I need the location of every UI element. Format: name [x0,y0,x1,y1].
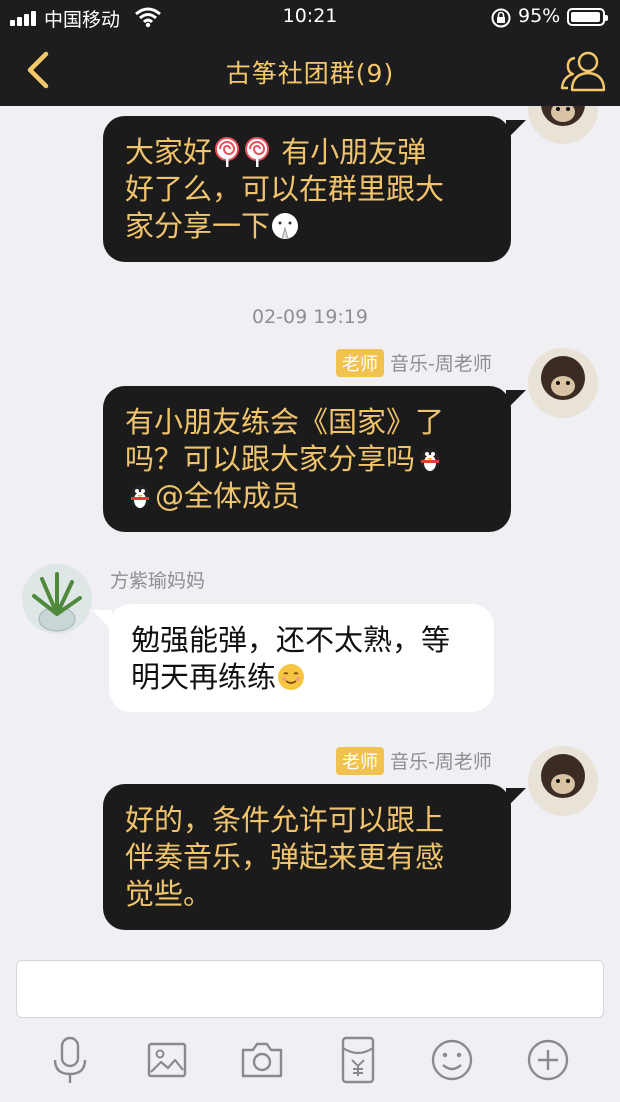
lollipop-emoji [245,137,270,167]
message-text: 吗？可以跟大家分享吗 [125,442,416,476]
message-bubble[interactable]: 勉强能弹，还不太熟，等 明天再练练 [109,604,494,712]
plus-icon[interactable] [524,1034,572,1086]
message-text: 有小朋友练会《国家》了 [125,405,445,439]
message-text: 家分享一下 [125,209,271,243]
message-text: 觉些。 [125,877,213,911]
message-bubble[interactable]: 有小朋友练会《国家》了 吗？可以跟大家分享吗 @全体成员 [103,386,511,532]
teacher-avatar[interactable] [528,348,598,418]
image-icon[interactable] [143,1034,191,1086]
message-text: 伴奏音乐，弹起来更有感 [125,840,445,874]
message-text: 大家好 [125,135,213,169]
bubble-tail [506,788,526,808]
message-timestamp: 02-09 19:19 [251,306,368,328]
bubble-tail [506,120,526,140]
parent-avatar[interactable] [22,564,92,634]
message-list[interactable]: 大家好 有小朋友弹 好了么，可以在群里跟大 家分享一下 02-09 19:19 … [0,106,620,944]
message-text: 好了么，可以在群里跟大 [125,172,445,206]
qq-penguin-emoji [130,485,150,509]
teacher-avatar[interactable] [528,746,598,816]
teacher-badge: 老师 [336,747,384,775]
microphone-icon[interactable] [46,1034,94,1086]
rotation-lock-icon [491,8,511,28]
message-text: 明天再练练 [131,660,277,694]
sender-row: 老师 音乐-周老师 [336,747,492,775]
status-bar: 中国移动 10:21 95% [0,0,620,36]
sender-row: 方紫瑜妈妈 [110,566,205,592]
red-packet-icon[interactable] [334,1034,382,1086]
message-bubble[interactable]: 大家好 有小朋友弹 好了么，可以在群里跟大 家分享一下 [103,116,511,262]
praying-emoji [272,213,299,240]
lollipop-emoji [215,137,240,167]
message-text: @全体成员 [155,479,301,513]
sender-name: 方紫瑜妈妈 [110,570,206,592]
message-text: 好的，条件允许可以跟上 [125,803,445,837]
sender-name: 音乐-周老师 [390,353,492,375]
teacher-badge: 老师 [336,349,384,377]
group-members-icon[interactable] [558,46,608,96]
bubble-tail [506,390,526,410]
input-toolbar [0,1024,620,1102]
qq-penguin-emoji [420,448,441,472]
message-input[interactable] [16,960,604,1018]
sender-name: 音乐-周老师 [390,751,492,773]
chat-title: 古筝社团群(9) [225,59,395,88]
message-bubble[interactable]: 好的，条件允许可以跟上 伴奏音乐，弹起来更有感 觉些。 [103,784,511,930]
battery-percent: 95% [518,5,561,27]
camera-icon[interactable] [238,1034,286,1086]
emoji-icon[interactable] [428,1034,476,1086]
sender-row: 老师 音乐-周老师 [336,349,492,377]
battery-level-fill [571,12,600,22]
battery-icon [567,8,608,26]
message-text: 有小朋友弹 [281,135,427,169]
teacher-avatar[interactable] [528,106,598,144]
smiling-face-emoji [278,664,305,690]
nav-bar: 古筝社团群(9) [0,36,620,106]
top-bar: 中国移动 10:21 95% 古筝社团群(9) [0,0,620,106]
message-text: 勉强能弹，还不太熟，等 [131,623,451,657]
